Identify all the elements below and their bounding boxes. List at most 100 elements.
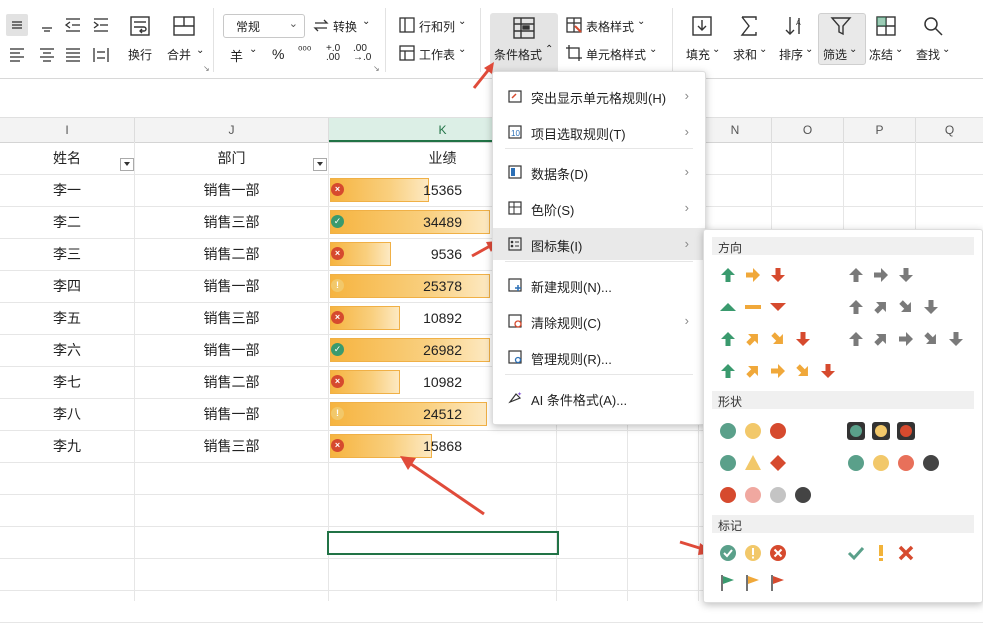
indent-decrease-icon[interactable] [62, 14, 84, 39]
fill-dropdown-icon[interactable]: ⌄ [712, 44, 720, 55]
cell-dept[interactable]: 销售三部 [135, 302, 328, 334]
align-left-icon[interactable] [6, 44, 28, 69]
cell-style-dropdown-icon[interactable]: ⌄ [649, 44, 657, 55]
menu-item-clear-rules[interactable]: 清除规则(C) › [493, 305, 705, 337]
filter-dropdown-icon[interactable] [313, 158, 327, 171]
header-dept[interactable]: 部门 [135, 142, 328, 174]
icon-set-3-triangles[interactable] [719, 297, 794, 320]
find-dropdown-icon[interactable]: ⌄ [942, 44, 950, 55]
distributed-align-icon[interactable] [90, 44, 112, 69]
dialog-launcher-icon[interactable]: ↘ [203, 64, 210, 73]
cell-dept[interactable]: 销售二部 [135, 238, 328, 270]
icon-set-4-arrows-colored[interactable] [719, 329, 819, 352]
menu-item-manage-rules[interactable]: 管理规则(R)... [493, 341, 705, 373]
icon-set-5-arrows-gray[interactable] [847, 329, 972, 352]
cell-value[interactable]: 15365 [366, 174, 462, 206]
row-col-icon[interactable] [398, 16, 416, 37]
indent-increase-icon[interactable] [90, 14, 112, 39]
sort-button[interactable]: 排序 [779, 46, 803, 63]
column-header[interactable]: O [772, 118, 844, 142]
sort-dropdown-icon[interactable]: ⌄ [805, 44, 813, 55]
convert-dropdown-icon[interactable]: ⌄ [362, 16, 370, 27]
sort-icon[interactable]: A [783, 14, 807, 41]
sum-icon[interactable] [737, 14, 761, 41]
merge-cells-icon[interactable] [172, 14, 196, 41]
cell-value[interactable]: 34489 [366, 206, 462, 238]
cell-name[interactable]: 李一 [0, 174, 134, 206]
table-style-button[interactable]: 表格样式 [586, 18, 634, 35]
merge-dropdown-icon[interactable]: ⌄ [196, 45, 204, 56]
thousands-separator-icon[interactable]: ⁰⁰⁰ [298, 44, 311, 57]
icon-set-3-traffic-lights-rimmed[interactable] [847, 421, 922, 444]
menu-item-color-scales[interactable]: 色阶(S) › [493, 192, 705, 224]
percent-button[interactable]: % [272, 46, 284, 62]
fill-button[interactable]: 填充 [686, 46, 710, 63]
icon-set-3-flags[interactable] [719, 573, 794, 596]
column-header[interactable]: I [0, 118, 135, 142]
currency-dropdown-icon[interactable]: ⌄ [249, 44, 257, 55]
table-style-icon[interactable] [565, 16, 583, 37]
column-header[interactable]: J [135, 118, 329, 142]
cell-value[interactable]: 10892 [366, 302, 462, 334]
cell-name[interactable]: 李七 [0, 366, 134, 398]
cell-dept[interactable]: 销售三部 [135, 430, 328, 462]
search-icon[interactable] [921, 14, 945, 41]
icon-set-3-arrows-gray[interactable] [847, 265, 922, 288]
icon-set-3-symbols-circled[interactable] [719, 543, 794, 566]
convert-icon[interactable] [312, 16, 330, 37]
wrap-text-icon[interactable] [128, 14, 152, 41]
cell-dept[interactable]: 销售一部 [135, 270, 328, 302]
row-col-button[interactable]: 行和列 [419, 18, 455, 35]
column-header[interactable]: N [699, 118, 772, 142]
cell-name[interactable]: 李六 [0, 334, 134, 366]
cell-value[interactable]: 9536 [366, 238, 462, 270]
icon-set-4-arrows-gray[interactable] [847, 297, 947, 320]
cell-name[interactable]: 李四 [0, 270, 134, 302]
freeze-button[interactable]: 冻结 [869, 46, 893, 63]
worksheet-button[interactable]: 工作表 [419, 46, 455, 63]
cell-value[interactable]: 10982 [366, 366, 462, 398]
align-middle-icon[interactable] [36, 14, 58, 39]
convert-button[interactable]: 转换 [333, 18, 357, 35]
cell-dept[interactable]: 销售三部 [135, 206, 328, 238]
freeze-icon[interactable] [874, 14, 898, 41]
align-right-icon[interactable] [62, 44, 84, 69]
wrap-button[interactable]: 换行 [128, 46, 152, 63]
selected-cell[interactable] [327, 531, 559, 555]
cell-style-icon[interactable] [565, 44, 583, 65]
freeze-dropdown-icon[interactable]: ⌄ [895, 44, 903, 55]
icon-set-4-traffic-lights[interactable] [847, 453, 947, 476]
column-header[interactable]: P [844, 118, 916, 142]
cell-name[interactable]: 李九 [0, 430, 134, 462]
worksheet-dropdown-icon[interactable]: ⌄ [458, 44, 466, 55]
menu-item-ai[interactable]: ✦ AI 条件格式(A)... [493, 382, 705, 414]
icon-set-4-red-to-black[interactable] [719, 485, 819, 508]
icon-set-3-traffic-lights[interactable] [719, 421, 794, 444]
cell-style-button[interactable]: 单元格样式 [586, 46, 646, 63]
row-col-dropdown-icon[interactable]: ⌄ [458, 16, 466, 27]
filter-dropdown-icon[interactable] [120, 158, 134, 171]
menu-item-top-bottom-rules[interactable]: 10 项目选取规则(T) › [493, 116, 705, 148]
align-center-icon[interactable] [36, 44, 58, 69]
find-button[interactable]: 查找 [916, 46, 940, 63]
menu-item-new-rule[interactable]: 新建规则(N)... [493, 269, 705, 301]
header-name[interactable]: 姓名 [0, 142, 134, 174]
number-format-select[interactable]: 常规 ⌄ [223, 14, 305, 38]
column-header[interactable]: Q [916, 118, 983, 142]
menu-item-highlight-rules[interactable]: 突出显示单元格规则(H) › [493, 80, 705, 112]
increase-decimal-icon[interactable]: +.0.00 [326, 44, 340, 63]
cell-name[interactable]: 李三 [0, 238, 134, 270]
currency-button[interactable]: 羊 [230, 46, 243, 65]
merge-button[interactable]: 合并 [167, 46, 191, 63]
cell-dept[interactable]: 销售二部 [135, 366, 328, 398]
icon-set-3-arrows-colored[interactable] [719, 265, 794, 288]
sum-dropdown-icon[interactable]: ⌄ [759, 44, 767, 55]
cell-value[interactable]: 26982 [366, 334, 462, 366]
dialog-launcher-icon[interactable]: ↘ [373, 64, 380, 73]
cell-dept[interactable]: 销售一部 [135, 398, 328, 430]
icon-set-3-symbols[interactable] [847, 543, 922, 566]
icon-set-3-signs[interactable] [719, 453, 794, 476]
sum-button[interactable]: 求和 [733, 46, 757, 63]
menu-item-icon-sets[interactable]: 图标集(I) › [493, 228, 705, 260]
fill-icon[interactable] [690, 14, 714, 41]
